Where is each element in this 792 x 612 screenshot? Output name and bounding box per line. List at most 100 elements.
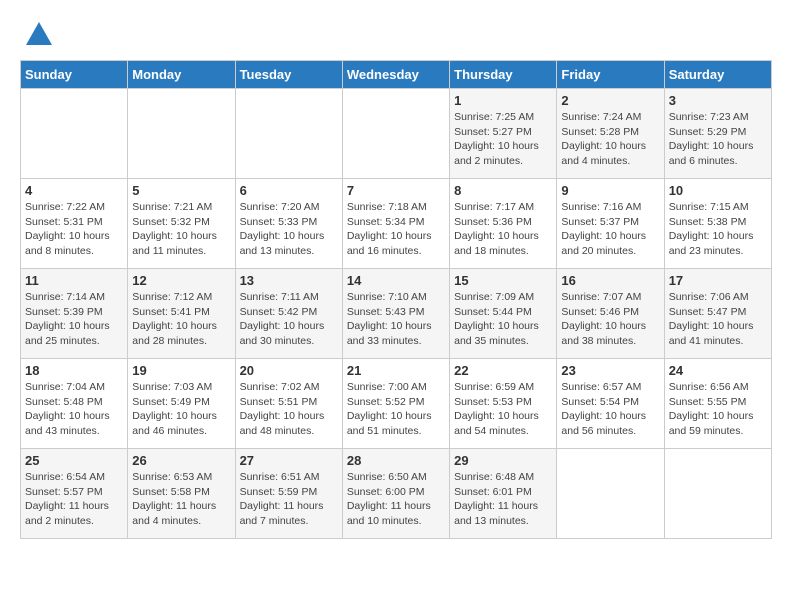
day-number: 28 <box>347 453 445 468</box>
calendar-cell: 4Sunrise: 7:22 AM Sunset: 5:31 PM Daylig… <box>21 179 128 269</box>
day-info: Sunrise: 7:18 AM Sunset: 5:34 PM Dayligh… <box>347 200 445 259</box>
calendar-cell <box>128 89 235 179</box>
calendar-cell: 6 Sunrise: 7:20 AM Sunset: 5:33 PM Daylig… <box>235 179 342 269</box>
calendar-cell: 15 Sunrise: 7:09 AM Sunset: 5:44 PM Dayli… <box>450 269 557 359</box>
calendar-table: SundayMondayTuesdayWednesdayThursdayFrid… <box>20 60 772 539</box>
calendar-cell <box>21 89 128 179</box>
day-number: 16 <box>561 273 659 288</box>
calendar-cell: 12Sunrise: 7:12 AM Sunset: 5:41 PM Dayli… <box>128 269 235 359</box>
weekday-header-friday: Friday <box>557 61 664 89</box>
day-number: 12 <box>132 273 230 288</box>
calendar-cell <box>664 449 771 539</box>
calendar-week-row: 1 Sunrise: 7:25 AM Sunset: 5:27 PM Daylig… <box>21 89 772 179</box>
day-number: 29 <box>454 453 552 468</box>
calendar-cell: 3Sunrise: 7:23 AM Sunset: 5:29 PM Daylig… <box>664 89 771 179</box>
weekday-header-saturday: Saturday <box>664 61 771 89</box>
day-number: 21 <box>347 363 445 378</box>
day-number: 3 <box>669 93 767 108</box>
day-info: Sunrise: 6:53 AM Sunset: 5:58 PM Dayligh… <box>132 470 230 529</box>
weekday-header-thursday: Thursday <box>450 61 557 89</box>
calendar-cell: 14Sunrise: 7:10 AM Sunset: 5:43 PM Dayli… <box>342 269 449 359</box>
calendar-cell: 1 Sunrise: 7:25 AM Sunset: 5:27 PM Daylig… <box>450 89 557 179</box>
day-info: Sunrise: 7:04 AM Sunset: 5:48 PM Dayligh… <box>25 380 123 439</box>
day-number: 19 <box>132 363 230 378</box>
day-number: 26 <box>132 453 230 468</box>
day-info: Sunrise: 7:02 AM Sunset: 5:51 PM Dayligh… <box>240 380 338 439</box>
day-info: Sunrise: 7:14 AM Sunset: 5:39 PM Dayligh… <box>25 290 123 349</box>
day-number: 6 <box>240 183 338 198</box>
weekday-header-wednesday: Wednesday <box>342 61 449 89</box>
calendar-cell: 17 Sunrise: 7:06 AM Sunset: 5:47 PM Dayli… <box>664 269 771 359</box>
day-info: Sunrise: 7:16 AM Sunset: 5:37 PM Dayligh… <box>561 200 659 259</box>
calendar-cell: 13 Sunrise: 7:11 AM Sunset: 5:42 PM Dayli… <box>235 269 342 359</box>
day-number: 13 <box>240 273 338 288</box>
day-info: Sunrise: 7:03 AM Sunset: 5:49 PM Dayligh… <box>132 380 230 439</box>
calendar-cell: 20 Sunrise: 7:02 AM Sunset: 5:51 PM Dayli… <box>235 359 342 449</box>
calendar-cell: 19 Sunrise: 7:03 AM Sunset: 5:49 PM Dayli… <box>128 359 235 449</box>
day-info: Sunrise: 6:56 AM Sunset: 5:55 PM Dayligh… <box>669 380 767 439</box>
day-info: Sunrise: 7:00 AM Sunset: 5:52 PM Dayligh… <box>347 380 445 439</box>
day-number: 7 <box>347 183 445 198</box>
day-number: 9 <box>561 183 659 198</box>
calendar-cell: 9 Sunrise: 7:16 AM Sunset: 5:37 PM Daylig… <box>557 179 664 269</box>
day-number: 15 <box>454 273 552 288</box>
day-info: Sunrise: 6:54 AM Sunset: 5:57 PM Dayligh… <box>25 470 123 529</box>
day-info: Sunrise: 7:15 AM Sunset: 5:38 PM Dayligh… <box>669 200 767 259</box>
calendar-cell: 8Sunrise: 7:17 AM Sunset: 5:36 PM Daylig… <box>450 179 557 269</box>
day-info: Sunrise: 7:07 AM Sunset: 5:46 PM Dayligh… <box>561 290 659 349</box>
calendar-cell <box>235 89 342 179</box>
day-number: 1 <box>454 93 552 108</box>
calendar-cell: 16 Sunrise: 7:07 AM Sunset: 5:46 PM Dayli… <box>557 269 664 359</box>
calendar-cell: 11 Sunrise: 7:14 AM Sunset: 5:39 PM Dayli… <box>21 269 128 359</box>
logo <box>20 20 54 50</box>
day-number: 18 <box>25 363 123 378</box>
calendar-cell: 27Sunrise: 6:51 AM Sunset: 5:59 PM Dayli… <box>235 449 342 539</box>
calendar-week-row: 25 Sunrise: 6:54 AM Sunset: 5:57 PM Dayli… <box>21 449 772 539</box>
day-number: 10 <box>669 183 767 198</box>
day-number: 4 <box>25 183 123 198</box>
day-number: 25 <box>25 453 123 468</box>
day-number: 20 <box>240 363 338 378</box>
calendar-cell: 24 Sunrise: 6:56 AM Sunset: 5:55 PM Dayli… <box>664 359 771 449</box>
day-info: Sunrise: 7:21 AM Sunset: 5:32 PM Dayligh… <box>132 200 230 259</box>
day-number: 14 <box>347 273 445 288</box>
calendar-cell <box>342 89 449 179</box>
calendar-cell: 29 Sunrise: 6:48 AM Sunset: 6:01 PM Dayli… <box>450 449 557 539</box>
day-info: Sunrise: 7:20 AM Sunset: 5:33 PM Dayligh… <box>240 200 338 259</box>
day-number: 17 <box>669 273 767 288</box>
calendar-cell: 22 Sunrise: 6:59 AM Sunset: 5:53 PM Dayli… <box>450 359 557 449</box>
day-info: Sunrise: 6:48 AM Sunset: 6:01 PM Dayligh… <box>454 470 552 529</box>
weekday-header-tuesday: Tuesday <box>235 61 342 89</box>
day-info: Sunrise: 6:59 AM Sunset: 5:53 PM Dayligh… <box>454 380 552 439</box>
day-info: Sunrise: 7:25 AM Sunset: 5:27 PM Dayligh… <box>454 110 552 169</box>
calendar-cell: 10 Sunrise: 7:15 AM Sunset: 5:38 PM Dayli… <box>664 179 771 269</box>
day-number: 22 <box>454 363 552 378</box>
calendar-week-row: 11 Sunrise: 7:14 AM Sunset: 5:39 PM Dayli… <box>21 269 772 359</box>
calendar-cell: 7 Sunrise: 7:18 AM Sunset: 5:34 PM Daylig… <box>342 179 449 269</box>
day-number: 23 <box>561 363 659 378</box>
calendar-cell <box>557 449 664 539</box>
weekday-header-row: SundayMondayTuesdayWednesdayThursdayFrid… <box>21 61 772 89</box>
day-number: 5 <box>132 183 230 198</box>
calendar-cell: 26 Sunrise: 6:53 AM Sunset: 5:58 PM Dayli… <box>128 449 235 539</box>
calendar-cell: 5 Sunrise: 7:21 AM Sunset: 5:32 PM Daylig… <box>128 179 235 269</box>
day-number: 27 <box>240 453 338 468</box>
calendar-cell: 25 Sunrise: 6:54 AM Sunset: 5:57 PM Dayli… <box>21 449 128 539</box>
calendar-cell: 23 Sunrise: 6:57 AM Sunset: 5:54 PM Dayli… <box>557 359 664 449</box>
logo-icon <box>24 20 54 50</box>
calendar-cell: 28 Sunrise: 6:50 AM Sunset: 6:00 PM Dayli… <box>342 449 449 539</box>
day-info: Sunrise: 6:57 AM Sunset: 5:54 PM Dayligh… <box>561 380 659 439</box>
calendar-week-row: 18 Sunrise: 7:04 AM Sunset: 5:48 PM Dayli… <box>21 359 772 449</box>
day-info: Sunrise: 6:50 AM Sunset: 6:00 PM Dayligh… <box>347 470 445 529</box>
weekday-header-sunday: Sunday <box>21 61 128 89</box>
day-info: Sunrise: 7:24 AM Sunset: 5:28 PM Dayligh… <box>561 110 659 169</box>
day-number: 8 <box>454 183 552 198</box>
day-info: Sunrise: 7:09 AM Sunset: 5:44 PM Dayligh… <box>454 290 552 349</box>
day-number: 24 <box>669 363 767 378</box>
day-info: Sunrise: 7:11 AM Sunset: 5:42 PM Dayligh… <box>240 290 338 349</box>
page-header <box>20 20 772 50</box>
day-number: 2 <box>561 93 659 108</box>
weekday-header-monday: Monday <box>128 61 235 89</box>
day-number: 11 <box>25 273 123 288</box>
day-info: Sunrise: 7:06 AM Sunset: 5:47 PM Dayligh… <box>669 290 767 349</box>
